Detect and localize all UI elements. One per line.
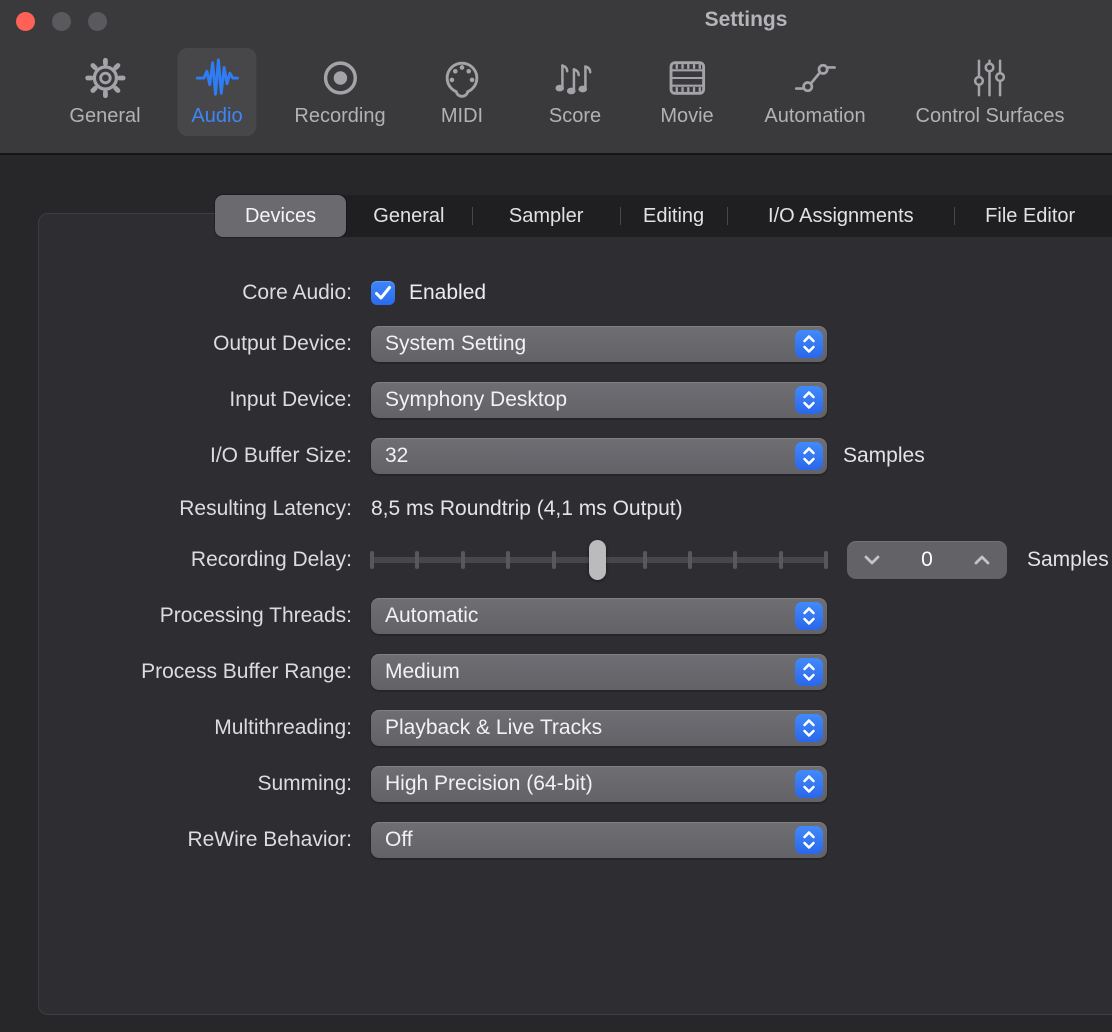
core-audio-enabled-label: Enabled bbox=[409, 281, 486, 305]
record-icon bbox=[316, 54, 364, 102]
resulting-latency-label: Resulting Latency: bbox=[0, 489, 352, 529]
popup-chevrons-icon bbox=[795, 714, 823, 742]
popup-chevrons-icon bbox=[795, 770, 823, 798]
toolbar-item-midi[interactable]: MIDI bbox=[424, 48, 500, 136]
toolbar-item-score[interactable]: Score bbox=[535, 48, 615, 136]
recording-delay-unit: Samples bbox=[1027, 548, 1109, 572]
io-buffer-size-unit: Samples bbox=[843, 444, 925, 468]
row-summing: Summing: High Precision (64-bit) bbox=[0, 764, 1112, 804]
processing-threads-label: Processing Threads: bbox=[0, 596, 352, 636]
popup-chevrons-icon bbox=[795, 602, 823, 630]
row-output-device: Output Device: System Setting bbox=[0, 324, 1112, 364]
midi-connector-icon bbox=[438, 54, 486, 102]
popup-chevrons-icon bbox=[795, 658, 823, 686]
row-rewire-behavior: ReWire Behavior: Off bbox=[0, 820, 1112, 860]
stepper-increment-icon[interactable] bbox=[971, 541, 993, 579]
row-processing-threads: Processing Threads: Automatic bbox=[0, 596, 1112, 636]
window-title: Settings bbox=[0, 8, 1112, 32]
tab-devices[interactable]: Devices bbox=[215, 195, 346, 237]
film-strip-icon bbox=[663, 54, 711, 102]
toolbar-item-recording[interactable]: Recording bbox=[280, 48, 399, 136]
toolbar-item-audio[interactable]: Audio bbox=[177, 48, 256, 136]
row-resulting-latency: Resulting Latency: 8,5 ms Roundtrip (4,1… bbox=[0, 489, 1112, 529]
tab-general[interactable]: General bbox=[346, 195, 472, 237]
summing-label: Summing: bbox=[0, 764, 352, 804]
rewire-behavior-label: ReWire Behavior: bbox=[0, 820, 352, 860]
output-device-label: Output Device: bbox=[0, 324, 352, 364]
recording-delay-slider[interactable] bbox=[370, 540, 828, 580]
input-device-label: Input Device: bbox=[0, 380, 352, 420]
popup-chevrons-icon bbox=[795, 442, 823, 470]
popup-chevrons-icon bbox=[795, 386, 823, 414]
row-process-buffer-range: Process Buffer Range: Medium bbox=[0, 652, 1112, 692]
recording-delay-label: Recording Delay: bbox=[0, 540, 352, 580]
core-audio-checkbox[interactable] bbox=[371, 281, 395, 305]
checkmark-icon bbox=[371, 281, 395, 305]
row-input-device: Input Device: Symphony Desktop bbox=[0, 380, 1112, 420]
recording-delay-value: 0 bbox=[921, 548, 933, 572]
process-buffer-range-label: Process Buffer Range: bbox=[0, 652, 352, 692]
rewire-behavior-select[interactable]: Off bbox=[371, 822, 827, 858]
output-device-select[interactable]: System Setting bbox=[371, 326, 827, 362]
row-core-audio: Core Audio: Enabled bbox=[0, 273, 1112, 313]
summing-select[interactable]: High Precision (64-bit) bbox=[371, 766, 827, 802]
input-device-select[interactable]: Symphony Desktop bbox=[371, 382, 827, 418]
titlebar-toolbar: Settings General bbox=[0, 0, 1112, 155]
audio-waveform-icon bbox=[193, 54, 241, 102]
multithreading-label: Multithreading: bbox=[0, 708, 352, 748]
io-buffer-size-label: I/O Buffer Size: bbox=[0, 436, 352, 476]
recording-delay-stepper[interactable]: 0 bbox=[847, 541, 1007, 579]
row-recording-delay: Recording Delay: 0 bbox=[0, 540, 1112, 580]
slider-thumb[interactable] bbox=[589, 540, 606, 580]
stepper-decrement-icon[interactable] bbox=[861, 541, 883, 579]
music-notes-icon bbox=[551, 54, 599, 102]
row-io-buffer-size: I/O Buffer Size: 32 Samples bbox=[0, 436, 1112, 476]
core-audio-label: Core Audio: bbox=[0, 273, 352, 313]
audio-tabs: Devices General Sampler Editing I/O Assi… bbox=[215, 195, 1112, 237]
toolbar-item-control-surfaces[interactable]: Control Surfaces bbox=[902, 48, 1079, 136]
io-buffer-size-select[interactable]: 32 bbox=[371, 438, 827, 474]
tab-io-assignments[interactable]: I/O Assignments bbox=[728, 195, 955, 237]
tab-sampler[interactable]: Sampler bbox=[473, 195, 620, 237]
gear-icon bbox=[81, 54, 129, 102]
processing-threads-select[interactable]: Automatic bbox=[371, 598, 827, 634]
popup-chevrons-icon bbox=[795, 826, 823, 854]
toolbar-item-general[interactable]: General bbox=[55, 48, 154, 136]
row-multithreading: Multithreading: Playback & Live Tracks bbox=[0, 708, 1112, 748]
toolbar-item-movie[interactable]: Movie bbox=[646, 48, 727, 136]
automation-curve-icon bbox=[791, 54, 839, 102]
tab-file-editor[interactable]: File Editor bbox=[955, 195, 1112, 237]
logic-settings-window: { "window_title": "Settings", "toolbar":… bbox=[0, 0, 1112, 1032]
resulting-latency-value: 8,5 ms Roundtrip (4,1 ms Output) bbox=[371, 497, 683, 521]
tab-editing[interactable]: Editing bbox=[621, 195, 727, 237]
process-buffer-range-select[interactable]: Medium bbox=[371, 654, 827, 690]
mixer-sliders-icon bbox=[966, 54, 1014, 102]
toolbar-item-automation[interactable]: Automation bbox=[750, 48, 879, 136]
multithreading-select[interactable]: Playback & Live Tracks bbox=[371, 710, 827, 746]
popup-chevrons-icon bbox=[795, 330, 823, 358]
